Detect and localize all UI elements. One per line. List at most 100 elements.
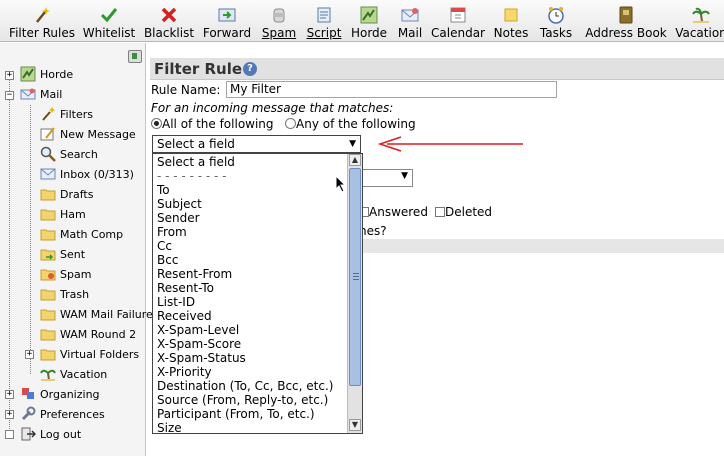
dropdown-option[interactable]: To bbox=[157, 183, 170, 197]
tree-expand-toggle[interactable]: + bbox=[5, 71, 14, 80]
sidebar-item-math-comp[interactable]: Math Comp bbox=[40, 224, 123, 244]
answered-option[interactable]: Answered bbox=[359, 205, 428, 219]
dropdown-option[interactable]: Bcc bbox=[157, 253, 178, 267]
sidebar-item-drafts[interactable]: Drafts bbox=[40, 184, 93, 204]
dropdown-option[interactable]: X-Spam-Level bbox=[157, 323, 239, 337]
toolbar-notes[interactable]: Notes bbox=[492, 0, 530, 41]
address-book-icon bbox=[619, 6, 633, 24]
dropdown-option[interactable]: Received bbox=[157, 309, 212, 323]
dropdown-option[interactable]: Cc bbox=[157, 239, 172, 253]
toolbar-whitelist[interactable]: Whitelist bbox=[80, 0, 138, 41]
dropdown-option[interactable]: List-ID bbox=[157, 295, 195, 309]
sidebar-item-wam-mail-failure[interactable]: WAM Mail Failure bbox=[40, 304, 153, 324]
dropdown-option[interactable]: From bbox=[157, 225, 187, 239]
dropdown-option[interactable]: Sender bbox=[157, 211, 200, 225]
sidebar-item-log-out[interactable]: Log out bbox=[20, 424, 81, 444]
sidebar-item-label: Trash bbox=[60, 287, 90, 301]
sidebar-item-search[interactable]: Search bbox=[40, 144, 98, 164]
folder-icon bbox=[40, 289, 56, 301]
sidebar-collapse-icon[interactable] bbox=[128, 50, 142, 63]
annotation-arrow-icon bbox=[377, 136, 523, 152]
deleted-checkbox[interactable] bbox=[435, 207, 445, 217]
toolbar-calendar[interactable]: Calendar bbox=[430, 0, 486, 41]
operator-select[interactable]: ▼ bbox=[359, 169, 413, 187]
help-icon[interactable]: ? bbox=[243, 62, 257, 76]
title-bar: Filter Rule ? bbox=[150, 58, 724, 80]
sidebar-item-filters[interactable]: Filters bbox=[40, 104, 93, 124]
match-all-option[interactable]: All of the following bbox=[151, 117, 274, 131]
dropdown-option[interactable]: - - - - - - - - - bbox=[157, 169, 227, 183]
sidebar-item-label: Horde bbox=[40, 67, 74, 81]
sidebar-item-label: Sent bbox=[60, 247, 86, 261]
dropdown-option[interactable]: X-Priority bbox=[157, 365, 212, 379]
toolbar-label: Tasks bbox=[539, 26, 573, 40]
dropdown-option[interactable]: Destination (To, Cc, Bcc, etc.) bbox=[157, 379, 333, 393]
sidebar-item-inbox[interactable]: Inbox (0/313) bbox=[40, 164, 134, 184]
field-dropdown-list[interactable]: Select a field - - - - - - - - - To Subject… bbox=[152, 153, 363, 434]
toolbar-tasks[interactable]: Tasks bbox=[536, 0, 576, 41]
rule-name-label: Rule Name: bbox=[151, 83, 221, 97]
dropdown-option[interactable]: Source (From, Reply-to, etc.) bbox=[157, 393, 328, 407]
toolbar-forward[interactable]: Forward bbox=[200, 0, 254, 41]
sidebar-item-sent[interactable]: Sent bbox=[40, 244, 85, 264]
toolbar-script[interactable]: Script bbox=[304, 0, 344, 41]
dropdown-option[interactable]: X-Spam-Status bbox=[157, 351, 246, 365]
sidebar-item-trash[interactable]: Trash bbox=[40, 284, 89, 304]
sidebar-item-label: Vacation bbox=[60, 367, 108, 381]
toolbar-label: Notes bbox=[493, 26, 529, 40]
toolbar-vacation[interactable]: Vacation bbox=[674, 0, 724, 41]
dropdown-option[interactable]: Participant (From, To, etc.) bbox=[157, 407, 315, 421]
sidebar-item-mail[interactable]: Mail bbox=[20, 84, 62, 104]
rule-name-input[interactable]: My Filter bbox=[226, 81, 557, 98]
scroll-up-icon[interactable]: ▲ bbox=[349, 154, 361, 166]
section-divider bbox=[359, 239, 724, 253]
sidebar-item-new-message[interactable]: New Message bbox=[40, 124, 136, 144]
folder-icon bbox=[40, 229, 56, 241]
dropdown-option[interactable]: X-Spam-Score bbox=[157, 337, 241, 351]
match-all-radio[interactable] bbox=[151, 118, 162, 129]
deleted-option[interactable]: Deleted bbox=[435, 205, 492, 219]
toolbar-spam[interactable]: Spam bbox=[258, 0, 300, 41]
notes-icon bbox=[504, 8, 518, 22]
tree-expand-toggle[interactable]: + bbox=[5, 410, 14, 419]
toolbar-horde[interactable]: Horde bbox=[348, 0, 390, 41]
sidebar-item-spam[interactable]: Spam bbox=[40, 264, 91, 284]
dropdown-scrollbar[interactable]: ▲ ▼ bbox=[347, 154, 362, 433]
sidebar-item-horde[interactable]: Horde bbox=[20, 64, 73, 84]
toolbar-blacklist[interactable]: Blacklist bbox=[142, 0, 196, 41]
scrollbar-thumb[interactable] bbox=[349, 168, 361, 386]
logout-icon bbox=[21, 427, 36, 441]
tree-collapse-toggle[interactable]: − bbox=[5, 91, 14, 100]
dropdown-option[interactable]: Subject bbox=[157, 197, 202, 211]
toolbar-label: Forward bbox=[202, 26, 252, 40]
dropdown-option[interactable]: Size bbox=[157, 421, 182, 433]
tree-expand-toggle[interactable]: + bbox=[25, 350, 34, 359]
sidebar-item-virtual-folders[interactable]: Virtual Folders bbox=[40, 344, 139, 364]
mail-icon bbox=[20, 88, 36, 100]
tree-expand-toggle[interactable]: + bbox=[5, 390, 14, 399]
sidebar-item-vacation[interactable]: Vacation bbox=[40, 364, 107, 384]
sidebar-item-ham[interactable]: Ham bbox=[40, 204, 86, 224]
sidebar-item-label: WAM Mail Failure bbox=[60, 307, 153, 321]
sidebar-item-organizing[interactable]: Organizing bbox=[20, 384, 100, 404]
dropdown-option[interactable]: Select a field bbox=[157, 155, 235, 169]
sidebar-item-wam-round-2[interactable]: WAM Round 2 bbox=[40, 324, 136, 344]
match-any-option[interactable]: Any of the following bbox=[285, 117, 416, 131]
dropdown-option[interactable]: Resent-To bbox=[157, 281, 214, 295]
calendar-icon bbox=[450, 7, 466, 23]
sidebar-item-preferences[interactable]: Preferences bbox=[20, 404, 105, 424]
page-title: Filter Rule bbox=[154, 60, 243, 78]
field-select[interactable]: Select a field ▼ bbox=[152, 135, 361, 153]
chevron-down-icon: ▼ bbox=[401, 171, 408, 181]
dropdown-option[interactable]: Resent-From bbox=[157, 267, 232, 281]
folder-icon bbox=[40, 309, 56, 321]
toolbar-mail[interactable]: Mail bbox=[394, 0, 426, 41]
match-prompt: For an incoming message that matches: bbox=[151, 101, 394, 115]
toolbar-address-book[interactable]: Address Book bbox=[582, 0, 670, 41]
wand-icon bbox=[36, 7, 50, 23]
match-any-radio[interactable] bbox=[285, 118, 296, 129]
folder-icon bbox=[40, 349, 56, 361]
toolbar-label: Script bbox=[306, 26, 342, 40]
toolbar-filter-rules[interactable]: Filter Rules bbox=[8, 0, 76, 41]
scroll-down-icon[interactable]: ▼ bbox=[349, 419, 361, 431]
